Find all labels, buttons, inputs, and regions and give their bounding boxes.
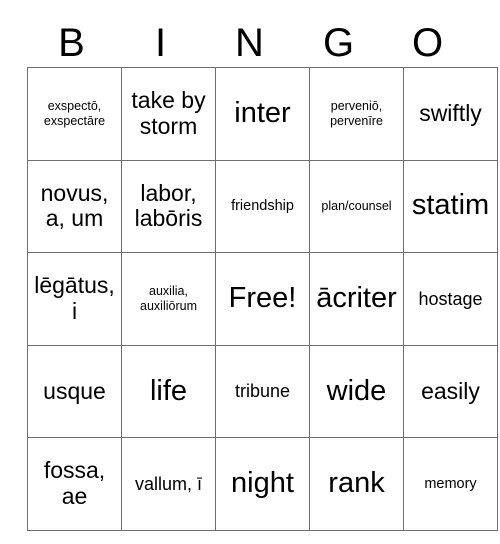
bingo-row: fossa, ae vallum, ī night rank memory — [27, 437, 498, 531]
bingo-cell-label: statim — [411, 189, 490, 222]
bingo-row: lēgātus, i auxilia, auxiliōrum Free! ācr… — [27, 252, 498, 346]
bingo-cell-free[interactable]: Free! — [215, 252, 310, 346]
bingo-cell[interactable]: statim — [403, 159, 498, 254]
bingo-cell[interactable]: take by storm — [121, 67, 216, 161]
bingo-cell-label: inter — [234, 96, 291, 129]
bingo-cell[interactable]: friendship — [215, 159, 310, 254]
bingo-cell-label: auxilia, auxiliōrum — [140, 283, 197, 313]
bingo-cell[interactable]: night — [215, 437, 310, 531]
bingo-cell[interactable]: usque — [27, 344, 122, 439]
bingo-cell[interactable]: auxilia, auxiliōrum — [121, 252, 216, 346]
bingo-card: B I N G O exspectō, exspectāre take by s… — [27, 18, 498, 531]
bingo-cell-label: friendship — [231, 197, 294, 214]
bingo-cell-label: easily — [421, 377, 480, 404]
bingo-cell[interactable]: hostage — [403, 252, 498, 346]
bingo-cell[interactable]: exspectō, exspectāre — [27, 67, 122, 161]
bingo-cell[interactable]: plan/counsel — [309, 159, 404, 254]
bingo-cell-label: hostage — [418, 288, 483, 309]
bingo-row: usque life tribune wide easily — [27, 344, 498, 439]
bingo-cell[interactable]: labor, labōris — [121, 159, 216, 254]
bingo-cell-label: swiftly — [419, 99, 482, 126]
bingo-cell[interactable]: memory — [403, 437, 498, 531]
bingo-cell-label: night — [231, 467, 294, 500]
bingo-cell-label: take by storm — [131, 87, 206, 139]
bingo-cell[interactable]: novus, a, um — [27, 159, 122, 254]
bingo-cell-label: novus, a, um — [40, 179, 109, 232]
bingo-cell-label: tribune — [234, 381, 291, 402]
bingo-cell-label: Free! — [228, 282, 297, 315]
bingo-cell[interactable]: life — [121, 344, 216, 439]
bingo-cell-label: usque — [43, 377, 106, 404]
bingo-cell-label: exspectō, exspectāre — [43, 98, 106, 128]
bingo-cell[interactable]: lēgātus, i — [27, 252, 122, 346]
bingo-header-letter-g: G — [322, 20, 355, 65]
bingo-cell[interactable]: perveniō, pervenīre — [309, 67, 404, 161]
bingo-header-letter-o: O — [411, 20, 444, 65]
bingo-cell[interactable]: wide — [309, 344, 404, 439]
bingo-cell-label: ācriter — [316, 282, 397, 315]
bingo-cell[interactable]: inter — [215, 67, 310, 161]
bingo-row: novus, a, um labor, labōris friendship p… — [27, 159, 498, 254]
bingo-cell-label: lēgātus, i — [34, 272, 115, 324]
bingo-row: exspectō, exspectāre take by storm inter… — [27, 67, 498, 161]
bingo-cell-label: life — [149, 374, 188, 407]
bingo-cell[interactable]: easily — [403, 344, 498, 439]
bingo-grid: exspectō, exspectāre take by storm inter… — [27, 67, 498, 531]
bingo-cell-label: wide — [326, 374, 387, 407]
bingo-cell-label: plan/counsel — [321, 198, 392, 213]
bingo-header-letter-n: N — [235, 20, 264, 65]
bingo-cell-label: vallum, ī — [134, 473, 203, 494]
bingo-cell-label: rank — [328, 467, 385, 500]
bingo-cell-label: fossa, ae — [43, 457, 106, 510]
bingo-header-letter-i: I — [154, 20, 167, 65]
bingo-cell-label: labor, labōris — [134, 179, 203, 232]
bingo-header-row: B I N G O — [27, 18, 472, 67]
bingo-cell-label: perveniō, pervenīre — [330, 98, 383, 128]
bingo-cell[interactable]: swiftly — [403, 67, 498, 161]
bingo-cell[interactable]: tribune — [215, 344, 310, 439]
bingo-cell[interactable]: ācriter — [309, 252, 404, 346]
bingo-cell[interactable]: rank — [309, 437, 404, 531]
bingo-header-letter-b: B — [58, 20, 85, 65]
bingo-cell-label: memory — [424, 475, 477, 492]
bingo-cell[interactable]: vallum, ī — [121, 437, 216, 531]
bingo-cell[interactable]: fossa, ae — [27, 437, 122, 531]
